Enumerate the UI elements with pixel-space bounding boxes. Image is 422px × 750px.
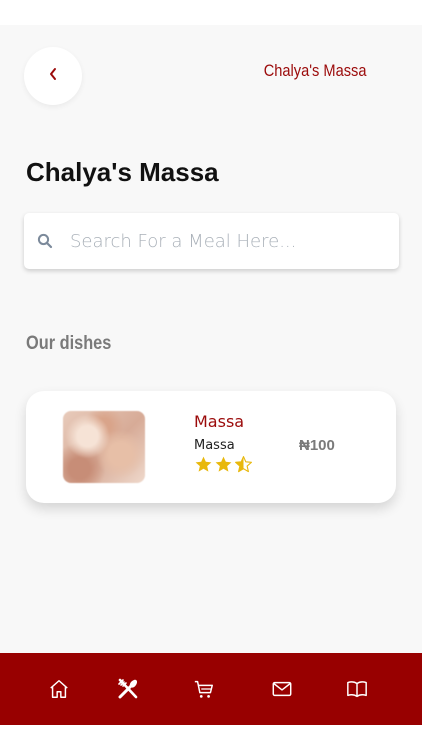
screen: Chalya's Massa Chalya's Massa Our dishes… bbox=[0, 25, 422, 725]
nav-restaurant[interactable] bbox=[116, 677, 140, 701]
page-title: Chalya's Massa bbox=[26, 157, 219, 187]
search-box[interactable] bbox=[24, 213, 399, 269]
dish-image bbox=[63, 411, 145, 483]
mail-icon bbox=[272, 681, 292, 697]
restaurant-icon bbox=[118, 678, 138, 699]
dish-name: Massa bbox=[194, 412, 245, 431]
rating-stars bbox=[194, 455, 253, 474]
section-title: Our dishes bbox=[26, 333, 112, 354]
nav-book[interactable] bbox=[345, 677, 369, 701]
dish-card[interactable]: Massa Massa ₦100 bbox=[26, 391, 396, 503]
nav-home[interactable] bbox=[47, 677, 71, 701]
cart-icon bbox=[194, 680, 213, 698]
search-icon bbox=[36, 232, 54, 250]
star-full-icon bbox=[195, 456, 212, 472]
book-icon bbox=[347, 681, 367, 698]
chevron-left-icon bbox=[48, 67, 58, 86]
star-half-icon bbox=[235, 456, 252, 473]
back-button[interactable] bbox=[24, 47, 82, 105]
search-input[interactable] bbox=[70, 230, 370, 252]
bottom-nav bbox=[0, 653, 422, 725]
star-full-icon bbox=[215, 456, 232, 472]
home-icon bbox=[50, 680, 68, 698]
dish-subtitle: Massa bbox=[194, 438, 235, 453]
nav-cart[interactable] bbox=[192, 677, 216, 701]
header-title: Chalya's Massa bbox=[263, 61, 366, 80]
dish-price: ₦100 bbox=[299, 437, 335, 454]
nav-mail[interactable] bbox=[270, 677, 294, 701]
